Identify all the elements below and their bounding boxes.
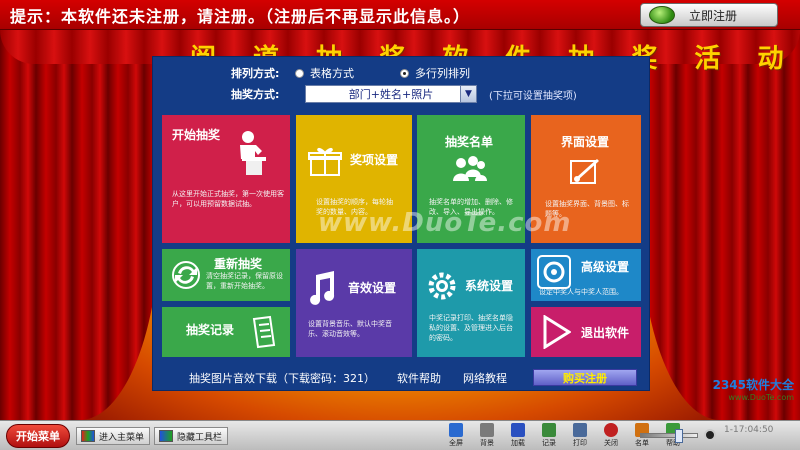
- tile-title: 抽奖记录: [186, 323, 235, 337]
- target-icon: [537, 255, 571, 289]
- tile-title: 退出软件: [581, 326, 630, 340]
- layout-multirow-label: 多行列排列: [415, 67, 470, 80]
- canvas-brush-icon: [570, 159, 599, 184]
- start-menu-button[interactable]: 开始菜单: [6, 424, 70, 448]
- load-icon: [511, 423, 525, 437]
- refresh-icon: [172, 261, 200, 289]
- chevron-down-icon[interactable]: ▼: [460, 86, 476, 102]
- exit-tile[interactable]: 退出软件: [531, 307, 641, 357]
- tile-title: 系统设置: [465, 279, 514, 293]
- tile-title: 音效设置: [348, 281, 397, 295]
- layout-row: 排列方式: 表格方式 多行列排列: [231, 65, 516, 81]
- fullscreen-tool[interactable]: 全屏: [444, 423, 468, 448]
- tile-title: 重新抽奖: [214, 257, 263, 271]
- watermark: www.DuoTe.com: [318, 208, 572, 238]
- print-icon: [573, 423, 587, 437]
- register-now-label: 立即注册: [689, 8, 738, 23]
- radio-dot-selected: [400, 68, 409, 78]
- mode-label: 抽奖方式:: [231, 88, 280, 101]
- layout-multirow-radio[interactable]: 多行列排列: [400, 65, 470, 81]
- buy-register-button[interactable]: 购买注册: [533, 369, 637, 386]
- volume-knob[interactable]: [675, 429, 683, 443]
- notice-bar: 提示：本软件还未注册，请注册。（注册后不再显示此信息。） 立即注册: [0, 0, 800, 30]
- speaker-icon[interactable]: [704, 429, 716, 441]
- document-icon: [252, 315, 276, 349]
- advanced-settings-tile[interactable]: 高级设置 设定中奖人与中奖人范围。: [531, 249, 641, 301]
- background-tool[interactable]: 背景: [475, 423, 499, 448]
- system-settings-tile[interactable]: 系统设置 中奖记录打印、抽奖名单隐私的设置、及管理进入后台的密码。: [417, 249, 525, 357]
- register-now-button[interactable]: 立即注册: [640, 3, 778, 27]
- tile-desc: 从这里开始正式抽奖，第一次使用客户，可以用预留数据试抽。: [172, 190, 284, 208]
- curtain-left: [0, 30, 160, 420]
- people-icon: [453, 156, 487, 181]
- clock: 1-17:04:50: [724, 425, 774, 435]
- volume-slider[interactable]: [640, 429, 698, 443]
- tile-title: 抽奖名单: [445, 135, 494, 149]
- notice-text: 提示：本软件还未注册，请注册。（注册后不再显示此信息。）: [10, 6, 471, 26]
- taskbar: 开始菜单 进入主菜单 隐藏工具栏 全屏 背景 加载 记录 打印 关闭 名单 帮助…: [0, 420, 800, 450]
- record-icon: [542, 423, 556, 437]
- hide-toolbar-button[interactable]: 隐藏工具栏: [154, 427, 228, 445]
- sound-settings-tile[interactable]: 音效设置 设置背景音乐、默认中奖音乐、滚动音效等。: [296, 249, 412, 357]
- brand-url: www.DuoTe.com: [728, 393, 794, 402]
- brand-logo: 2345软件大全 www.DuoTe.com: [713, 376, 794, 402]
- main-menu-label: 进入主菜单: [99, 432, 145, 443]
- load-tool[interactable]: 加载: [506, 423, 530, 448]
- record-tool[interactable]: 记录: [537, 423, 561, 448]
- gear-icon: [428, 272, 456, 300]
- music-note-icon: [310, 271, 335, 305]
- close-tool[interactable]: 关闭: [599, 423, 623, 448]
- radio-dot: [295, 68, 304, 78]
- layout-table-label: 表格方式: [310, 67, 354, 80]
- presenter-icon: [240, 131, 266, 175]
- mode-select-value: 部门+姓名+照片: [348, 88, 434, 101]
- tile-desc: 设定中奖人与中奖人范围。: [539, 288, 623, 296]
- tile-desc: 中奖记录打印、抽奖名单隐私的设置、及管理进入后台的密码。: [429, 314, 513, 342]
- print-tool[interactable]: 打印: [568, 423, 592, 448]
- tile-title: 高级设置: [581, 260, 630, 274]
- layout-label: 排列方式:: [231, 67, 280, 80]
- mode-row: 抽奖方式: 部门+姓名+照片 ▼ (下拉可设置抽奖项): [231, 85, 577, 103]
- hide-toolbar-label: 隐藏工具栏: [177, 432, 223, 443]
- mode-hint: (下拉可设置抽奖项): [489, 90, 577, 102]
- help-link[interactable]: 软件帮助: [397, 370, 441, 386]
- mode-select[interactable]: 部门+姓名+照片 ▼: [305, 85, 477, 103]
- gift-icon: [308, 147, 342, 176]
- gem-icon: [649, 6, 675, 24]
- tile-title: 界面设置: [561, 135, 610, 149]
- fullscreen-icon: [449, 423, 463, 437]
- window-icon: [159, 430, 173, 442]
- main-menu-button[interactable]: 进入主菜单: [76, 427, 150, 445]
- tile-title: 开始抽奖: [172, 128, 221, 142]
- bottom-links: 抽奖图片音效下载（下载密码：321） 软件帮助 网络教程: [189, 370, 529, 386]
- download-link[interactable]: 抽奖图片音效下载（下载密码：321）: [189, 370, 375, 386]
- curtain-right: [640, 30, 800, 420]
- play-icon: [543, 315, 571, 349]
- start-lottery-tile[interactable]: 开始抽奖 从这里开始正式抽奖，第一次使用客户，可以用预留数据试抽。: [162, 115, 290, 243]
- brand-name: 2345软件大全: [712, 378, 794, 392]
- tile-desc: 设置背景音乐、默认中奖音乐、滚动音效等。: [308, 320, 392, 338]
- tutorial-link[interactable]: 网络教程: [463, 370, 507, 386]
- background-icon: [480, 423, 494, 437]
- records-tile[interactable]: 抽奖记录: [162, 307, 290, 357]
- tile-title: 奖项设置: [350, 153, 399, 167]
- tile-desc: 清空抽奖记录，保留原设置，重新开始抽奖。: [206, 272, 283, 290]
- close-icon: [604, 423, 618, 437]
- window-icon: [81, 430, 95, 442]
- redraw-tile[interactable]: 重新抽奖 清空抽奖记录，保留原设置，重新开始抽奖。: [162, 249, 290, 301]
- layout-table-radio[interactable]: 表格方式: [295, 65, 354, 81]
